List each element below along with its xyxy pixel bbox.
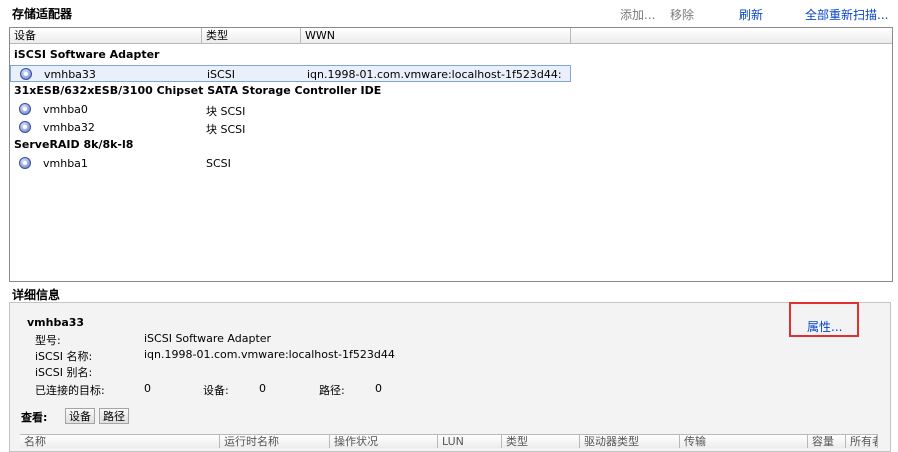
connected-targets-value: 0	[144, 382, 151, 395]
devices-value: 0	[259, 382, 266, 395]
page-title: 存储适配器	[12, 7, 73, 21]
header-filler	[571, 28, 892, 44]
details-title: 详细信息	[12, 288, 61, 302]
add-button[interactable]: 添加...	[620, 6, 655, 23]
table-row[interactable]: vmhba32 块 SCSI	[10, 119, 570, 136]
iscsi-name-label: iSCSI 名称:	[35, 350, 93, 363]
cell-type: SCSI	[206, 157, 231, 170]
cell-device: vmhba0	[43, 103, 88, 116]
cell-type: iSCSI	[207, 68, 235, 81]
view-label: 查看:	[21, 411, 48, 424]
refresh-button[interactable]: 刷新	[739, 6, 763, 23]
adapter-list[interactable]: 设备 类型 WWN iSCSI Software Adapter vmhba33…	[9, 27, 893, 282]
cell-type: 块 SCSI	[206, 105, 246, 118]
model-label: 型号:	[35, 334, 61, 347]
column-header-type[interactable]: 类型	[202, 28, 301, 44]
group-label: 31xESB/632xESB/3100 Chipset SATA Storage…	[14, 84, 382, 97]
paths-value: 0	[375, 382, 382, 395]
details-panel: vmhba33 型号: iSCSI Software Adapter iSCSI…	[9, 302, 891, 452]
table-row[interactable]: vmhba33 iSCSI iqn.1998-01.com.vmware:loc…	[10, 65, 571, 82]
paths-label: 路径:	[319, 384, 345, 397]
adapter-icon	[19, 157, 31, 169]
model-value: iSCSI Software Adapter	[144, 332, 272, 345]
adapter-icon	[19, 121, 31, 133]
remove-button[interactable]: 移除	[670, 6, 694, 23]
list-header: 设备 类型 WWN	[10, 28, 571, 44]
adapter-icon	[19, 103, 31, 115]
group-label: ServeRAID 8k/8k-l8	[14, 138, 134, 151]
properties-link[interactable]: 属性...	[807, 318, 842, 335]
view-paths-button[interactable]: 路径	[99, 408, 129, 424]
view-devices-button[interactable]: 设备	[65, 408, 95, 424]
table-row[interactable]: vmhba0 块 SCSI	[10, 101, 570, 118]
connected-targets-label: 已连接的目标:	[35, 384, 105, 397]
iscsi-name-value: iqn.1998-01.com.vmware:localhost-1f523d4…	[144, 348, 395, 361]
column-header-wwn[interactable]: WWN	[301, 28, 571, 44]
group-label: iSCSI Software Adapter	[14, 48, 160, 61]
cell-type: 块 SCSI	[206, 123, 246, 136]
column-header-device[interactable]: 设备	[10, 28, 202, 44]
table-row[interactable]: vmhba1 SCSI	[10, 155, 570, 172]
rescan-all-button[interactable]: 全部重新扫描...	[805, 6, 888, 23]
iscsi-alias-label: iSCSI 别名:	[35, 366, 93, 379]
devices-label: 设备:	[203, 384, 229, 397]
details-adapter-name: vmhba33	[27, 316, 85, 329]
cell-device: vmhba1	[43, 157, 88, 170]
cell-device: vmhba33	[44, 68, 96, 81]
adapter-icon	[20, 68, 32, 80]
cell-wwn: iqn.1998-01.com.vmware:localhost-1f523d4…	[307, 68, 562, 81]
cell-device: vmhba32	[43, 121, 95, 134]
